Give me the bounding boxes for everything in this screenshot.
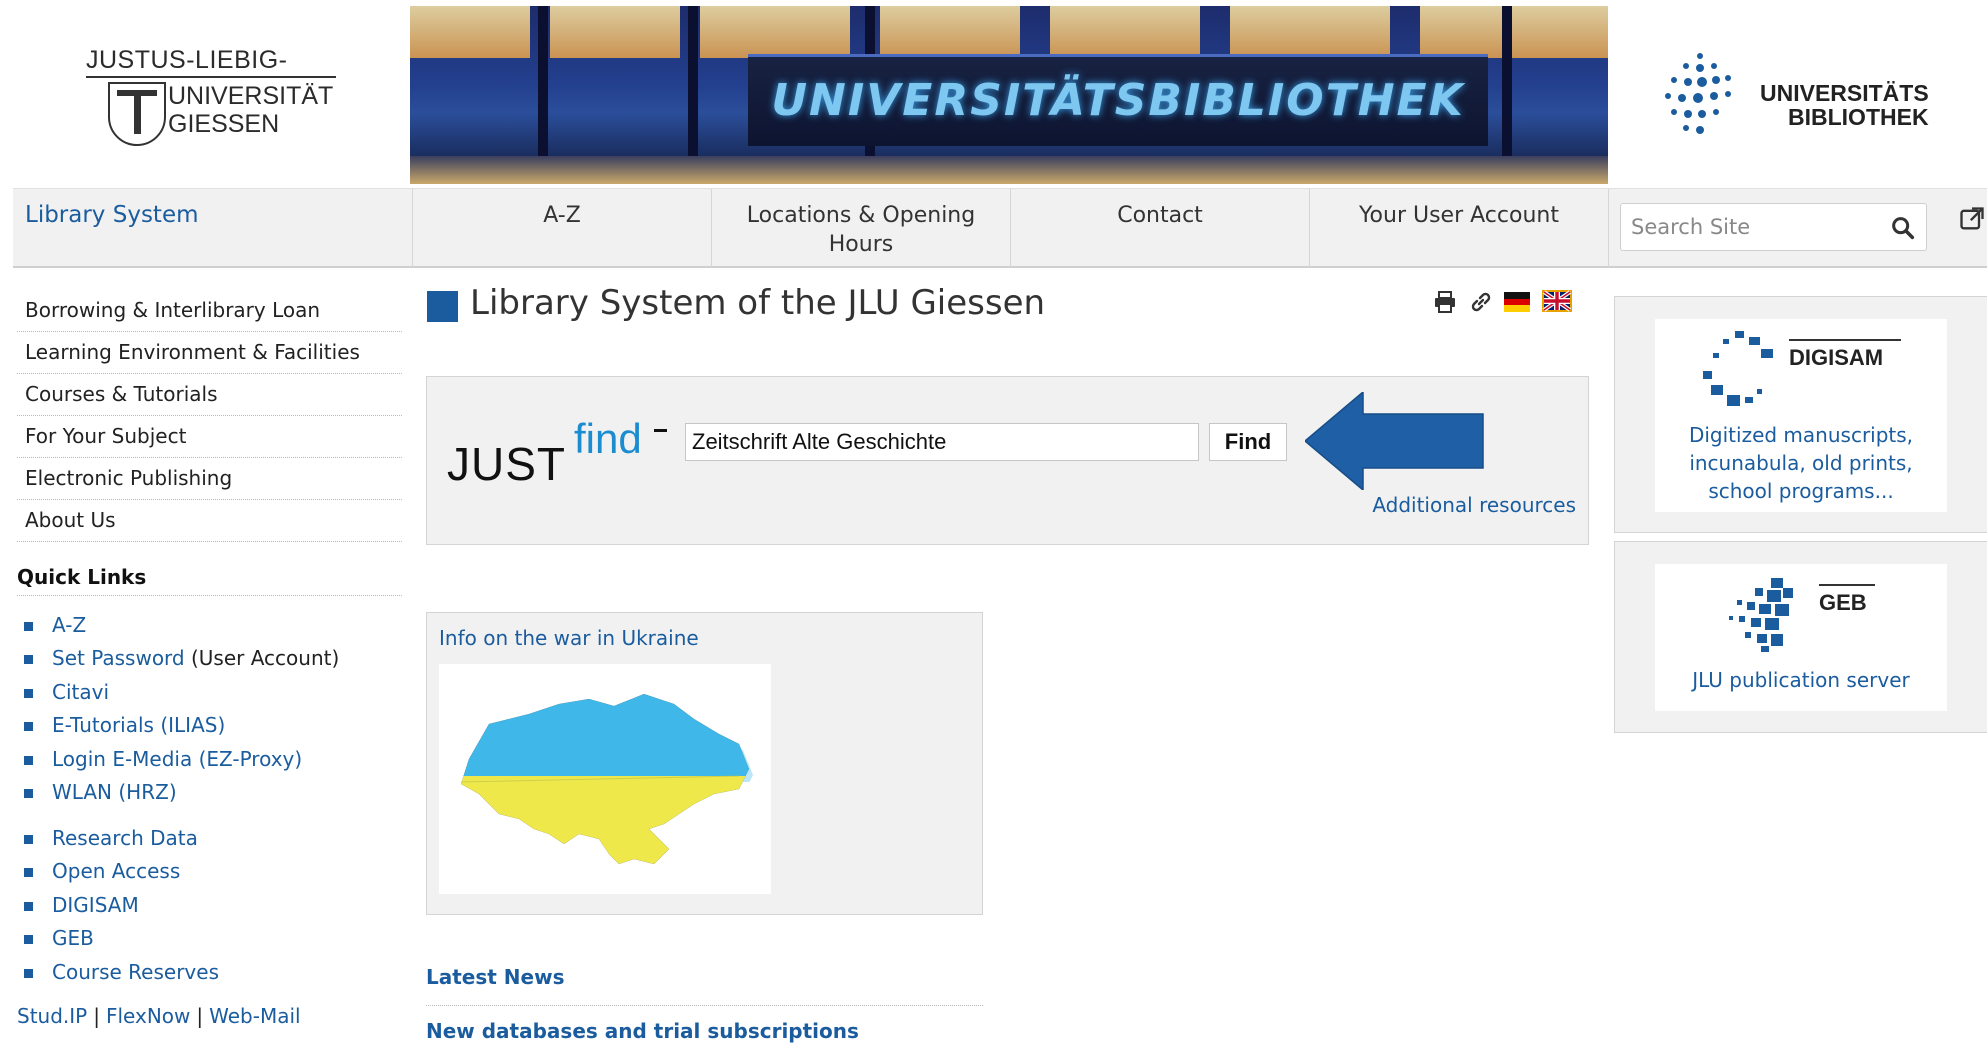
new-databases-link[interactable]: New databases and trial subscriptions	[426, 1019, 859, 1043]
jlu-emblem-icon	[108, 82, 166, 146]
sidebar-item-courses[interactable]: Courses & Tutorials	[17, 374, 402, 416]
sidebar-item-about-us[interactable]: About Us	[17, 500, 402, 542]
geb-label: GEB	[1819, 590, 1867, 615]
jlu-logo-line-2: UNIVERSITÄT	[168, 82, 334, 110]
search-input[interactable]	[1621, 204, 1883, 250]
print-icon[interactable]	[1432, 290, 1458, 314]
quick-link-set-password[interactable]: Set Password	[52, 646, 185, 670]
link-separator: |	[196, 1004, 204, 1028]
bullet-icon	[24, 689, 33, 698]
digisam-card[interactable]: DIGISAM Digitized manuscripts, incunabul…	[1655, 319, 1947, 512]
justfind-search-panel: JUST find Find Additional resources	[426, 376, 1589, 545]
quick-link-geb[interactable]: GEB	[52, 926, 94, 950]
banner-sign: UNIVERSITÄTSBIBLIOTHEK	[748, 54, 1488, 146]
link-icon[interactable]	[1468, 290, 1494, 314]
digisam-desc-line: school programs...	[1708, 479, 1894, 503]
sidebar-item-borrowing[interactable]: Borrowing & Interlibrary Loan	[17, 290, 402, 332]
justfind-query-input[interactable]	[685, 423, 1199, 461]
quick-link-course-reserves[interactable]: Course Reserves	[52, 960, 219, 984]
ub-logo[interactable]: UNIVERSITÄTS BIBLIOTHEK	[1660, 50, 1950, 150]
nav-a-z[interactable]: A-Z	[413, 189, 712, 267]
bullet-icon	[24, 935, 33, 944]
ukraine-map-image[interactable]	[439, 664, 771, 894]
link-flexnow[interactable]: FlexNow	[106, 1004, 190, 1028]
digisam-label: DIGISAM	[1789, 345, 1884, 370]
additional-resources-link[interactable]: Additional resources	[1372, 493, 1576, 517]
bullet-icon	[24, 789, 33, 798]
justfind-logo-find: find	[574, 415, 642, 462]
header: JUSTUS-LIEBIG- UNIVERSITÄT GIESSEN UNIVE…	[0, 0, 1987, 186]
site-search	[1620, 203, 1927, 251]
nav-user-account[interactable]: Your User Account	[1310, 189, 1609, 267]
bullet-icon	[24, 902, 33, 911]
bullet-icon	[24, 868, 33, 877]
sidebar-item-electronic-publishing[interactable]: Electronic Publishing	[17, 458, 402, 500]
find-button[interactable]: Find	[1209, 423, 1287, 461]
jlu-logo-line-3: GIESSEN	[168, 110, 280, 138]
sidebar-item-learning-environment[interactable]: Learning Environment & Facilities	[17, 332, 402, 374]
quick-link-wlan[interactable]: WLAN (HRZ)	[52, 780, 177, 804]
nav-contact[interactable]: Contact	[1011, 189, 1310, 267]
ukraine-map-icon	[460, 694, 753, 864]
quick-link-a-z[interactable]: A-Z	[52, 613, 86, 637]
geb-logo-icon	[1729, 578, 1793, 652]
bullet-icon	[24, 835, 33, 844]
digisam-logo-icon	[1703, 331, 1773, 406]
uk-flag-icon[interactable]	[1542, 288, 1572, 314]
jlu-logo[interactable]: JUSTUS-LIEBIG- UNIVERSITÄT GIESSEN	[78, 44, 348, 152]
justfind-logo-dash	[654, 429, 667, 432]
justfind-logo: JUST find	[447, 415, 667, 490]
ukraine-info-panel: Info on the war in Ukraine	[426, 612, 983, 915]
nav-locations-opening-hours[interactable]: Locations & Opening Hours	[712, 189, 1011, 267]
page-tools	[1432, 288, 1577, 318]
digisam-description: Digitized manuscripts, incunabula, old p…	[1655, 421, 1947, 505]
link-separator: |	[93, 1004, 100, 1028]
ub-dots-icon	[1665, 53, 1731, 134]
search-icon[interactable]	[1889, 214, 1917, 242]
page-title-marker	[427, 291, 458, 322]
geb-panel: GEB JLU publication server	[1614, 541, 1987, 733]
link-web-mail[interactable]: Web-Mail	[209, 1004, 300, 1028]
quick-link-citavi[interactable]: Citavi	[52, 680, 109, 704]
page-title: Library System of the JLU Giessen	[470, 283, 1046, 323]
bullet-icon	[24, 622, 33, 631]
nav-library-system[interactable]: Library System	[13, 189, 413, 267]
geb-description: JLU publication server	[1692, 668, 1910, 692]
main-nav: Library System A-Z Locations & Opening H…	[13, 188, 1987, 268]
ub-logo-line-2: BIBLIOTHEK	[1788, 104, 1929, 130]
digisam-desc-line: Digitized manuscripts,	[1688, 423, 1914, 447]
banner-sign-text: UNIVERSITÄTSBIBLIOTHEK	[771, 75, 1465, 126]
sidebar-menu: Borrowing & Interlibrary Loan Learning E…	[17, 290, 402, 542]
left-arrow-icon	[1305, 392, 1484, 490]
jlu-logo-rule	[86, 76, 336, 78]
quick-link-e-tutorials[interactable]: E-Tutorials (ILIAS)	[52, 713, 225, 737]
quick-link-research-data[interactable]: Research Data	[52, 826, 198, 850]
justfind-logo-just: JUST	[447, 438, 566, 490]
latest-news-heading[interactable]: Latest News	[426, 965, 983, 1006]
external-link-icon[interactable]	[1958, 205, 1986, 233]
quick-link-login-e-media[interactable]: Login E-Media (EZ-Proxy)	[52, 747, 302, 771]
bullet-icon	[24, 756, 33, 765]
bullet-icon	[24, 969, 33, 978]
link-stud-ip[interactable]: Stud.IP	[17, 1004, 87, 1028]
bottom-links: Stud.IP | FlexNow | Web-Mail	[17, 1004, 301, 1028]
sidebar-item-for-your-subject[interactable]: For Your Subject	[17, 416, 402, 458]
ukraine-info-link[interactable]: Info on the war in Ukraine	[439, 626, 699, 650]
ub-logo-line-1: UNIVERSITÄTS	[1760, 80, 1929, 106]
german-flag-icon[interactable]	[1504, 290, 1530, 314]
digisam-desc-line: incunabula, old prints,	[1689, 451, 1913, 475]
bullet-icon	[24, 722, 33, 731]
bullet-icon	[24, 655, 33, 664]
jlu-logo-line-1: JUSTUS-LIEBIG-	[86, 46, 288, 74]
quick-link-set-password-suffix: (User Account)	[190, 646, 340, 670]
digisam-panel: DIGISAM Digitized manuscripts, incunabul…	[1614, 296, 1987, 533]
geb-card[interactable]: GEB JLU publication server	[1655, 564, 1947, 711]
quick-link-open-access[interactable]: Open Access	[52, 859, 180, 883]
header-banner-image: UNIVERSITÄTSBIBLIOTHEK	[410, 6, 1608, 184]
quick-links-title: Quick Links	[17, 565, 402, 596]
quick-link-digisam[interactable]: DIGISAM	[52, 893, 139, 917]
